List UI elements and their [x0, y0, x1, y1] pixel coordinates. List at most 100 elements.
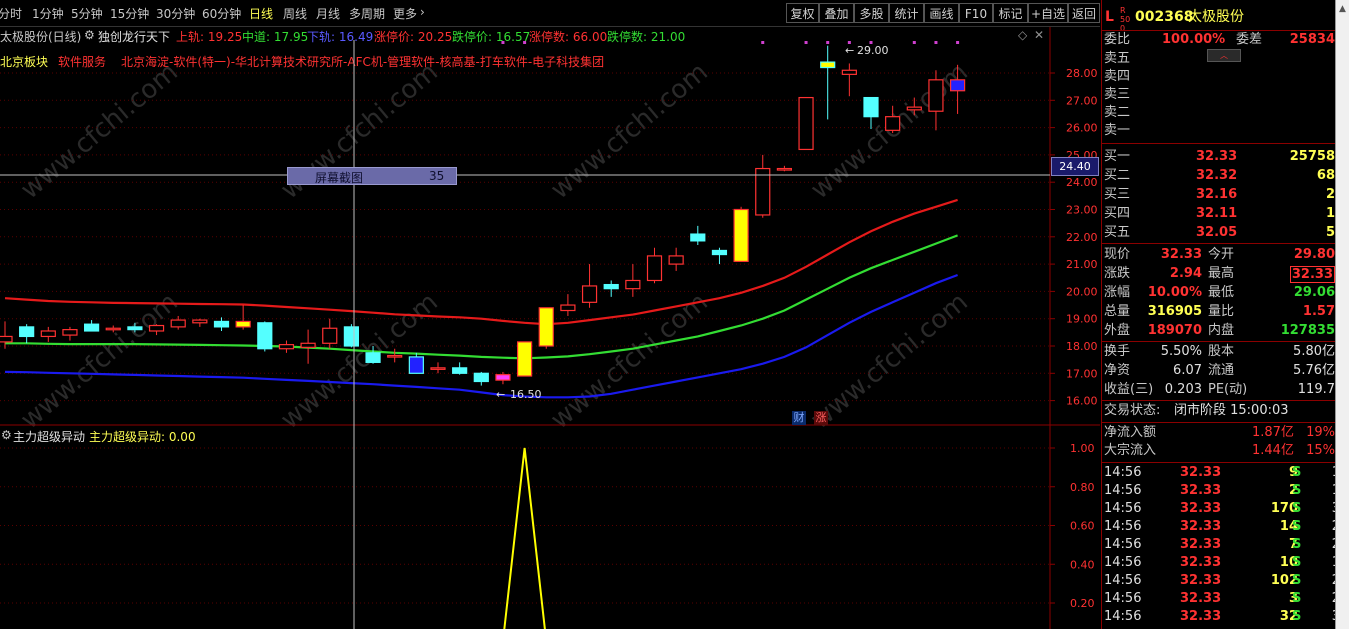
watermark-text: www.cfchi.com: [805, 57, 974, 205]
stat-label: 最低: [1208, 285, 1235, 300]
stat-row[interactable]: 换手 5.50% 股本 5.80亿: [1102, 343, 1336, 361]
candle-body: [62, 329, 78, 336]
stat-value: 316905: [1147, 304, 1202, 319]
candle-body: [885, 116, 901, 131]
candle-body: [581, 285, 598, 303]
tick-time: 14:56: [1104, 483, 1142, 498]
sub-y-tick-label: 0.40: [1070, 558, 1095, 571]
candle-body: [516, 341, 533, 377]
candle-body: [322, 327, 338, 344]
scroll-up-icon[interactable]: ▲: [1339, 4, 1346, 14]
sell1-label: 卖一: [1104, 123, 1131, 138]
stat-label: 涨幅: [1104, 285, 1131, 300]
signal-dot: [826, 41, 830, 44]
block-inflow-label: 大宗流入: [1104, 443, 1157, 458]
stat-value: 10.00%: [1147, 285, 1202, 300]
tick-row[interactable]: 14:5632.333S2: [1102, 590, 1340, 608]
sell5-label: 卖五: [1104, 51, 1131, 66]
tick-row[interactable]: 14:5632.3310S1: [1102, 554, 1340, 572]
signal-dot: [956, 41, 960, 44]
candle-body: [711, 249, 728, 256]
tick-price: 32.33: [1180, 501, 1222, 516]
candle-body: [83, 323, 100, 332]
tick-time: 14:56: [1104, 465, 1142, 480]
buy-level-volume: 1: [1325, 206, 1335, 221]
stat-label: 现价: [1104, 247, 1131, 262]
stat-value: 32.33: [1289, 266, 1335, 283]
signal-dot: [934, 41, 938, 44]
stat-row[interactable]: 现价 32.33 今开 29.80: [1102, 246, 1336, 264]
limit-up-badge[interactable]: 涨: [814, 411, 828, 425]
block-inflow-value: 1.44亿: [1252, 443, 1294, 458]
y-tick-label: 22.00: [1066, 231, 1098, 244]
candle-body: [690, 233, 706, 242]
tick-row[interactable]: 14:5632.332S1: [1102, 482, 1340, 500]
sell2-label: 卖二: [1104, 105, 1131, 120]
tick-time: 14:56: [1104, 537, 1142, 552]
y-tick-label: 24.00: [1066, 176, 1098, 189]
stat-row[interactable]: 收益(三) 0.203 PE(动) 119.7: [1102, 381, 1336, 399]
high-marker: ← 29.00: [845, 44, 889, 57]
tick-price: 32.33: [1180, 555, 1222, 570]
stat-row[interactable]: 涨跌 2.94 最高 32.33: [1102, 265, 1336, 283]
kline-chart[interactable]: www.cfchi.com www.cfchi.com www.cfchi.com w…: [0, 0, 1101, 629]
tick-row[interactable]: 14:5632.3314S2: [1102, 518, 1340, 536]
candle-body: [798, 96, 814, 151]
buy-level-row[interactable]: 买一 32.33 25758: [1102, 148, 1336, 166]
stat-value: 29.80: [1293, 247, 1335, 262]
stat-row[interactable]: 净资 6.07 流通 5.76亿: [1102, 362, 1336, 380]
tick-time: 14:56: [1104, 573, 1142, 588]
buy-level-label: 买四: [1104, 206, 1131, 221]
candle-body: [0, 335, 13, 343]
stat-value: 1.57: [1302, 304, 1335, 319]
tick-row[interactable]: 14:5632.3332S3: [1102, 608, 1340, 626]
signal-dot: [761, 41, 765, 44]
tick-side: S: [1292, 465, 1302, 480]
stat-row[interactable]: 总量 316905 量比 1.57: [1102, 303, 1336, 321]
finance-badge[interactable]: 财: [792, 411, 806, 425]
sub-indicator-value: 主力超级异动: 0.00: [89, 430, 196, 444]
vertical-scrollbar[interactable]: ▲: [1335, 0, 1349, 629]
sub-indicator-gear-icon[interactable]: ⚙: [1, 428, 12, 442]
candle-body: [430, 367, 446, 370]
tick-price: 32.33: [1180, 483, 1222, 498]
tick-price: 32.33: [1180, 609, 1222, 624]
high-marker-label: 29.00: [857, 44, 889, 57]
buy-level-price: 32.05: [1196, 225, 1238, 240]
candle-body: [235, 320, 251, 328]
low-marker-label: 16.50: [510, 388, 542, 401]
buy-level-label: 买二: [1104, 168, 1131, 183]
tick-time: 14:56: [1104, 609, 1142, 624]
stat-label: 内盘: [1208, 323, 1235, 338]
buy-level-label: 买一: [1104, 149, 1131, 164]
y-tick-label: 26.00: [1066, 122, 1098, 135]
tick-row[interactable]: 14:5632.339S1: [1102, 464, 1340, 482]
tick-row[interactable]: 14:5632.33102S2: [1102, 572, 1340, 590]
stat-label: 外盘: [1104, 323, 1131, 338]
candle-body: [148, 324, 165, 332]
stat-value: 6.07: [1173, 363, 1202, 378]
buy-level-row[interactable]: 买四 32.11 1: [1102, 205, 1336, 223]
buy-level-price: 32.16: [1196, 187, 1238, 202]
candle-body: [19, 326, 35, 338]
y-tick-label: 18.00: [1066, 340, 1098, 353]
stat-label: 总量: [1104, 304, 1131, 319]
tick-row[interactable]: 14:5632.33170S3: [1102, 500, 1340, 518]
buy-level-volume: 2: [1325, 187, 1335, 202]
trade-status-value: 闭市阶段 15:00:03: [1174, 403, 1289, 418]
buy-level-row[interactable]: 买三 32.16 2: [1102, 186, 1336, 204]
stat-row[interactable]: 外盘 189070 内盘 127835: [1102, 322, 1336, 340]
candle-body: [841, 69, 857, 75]
stat-row[interactable]: 涨幅 10.00% 最低 29.06: [1102, 284, 1336, 302]
buy-level-price: 32.32: [1196, 168, 1238, 183]
candle-body: [300, 342, 316, 348]
candle-body: [668, 255, 684, 265]
tick-row[interactable]: 14:5632.337S2: [1102, 536, 1340, 554]
buy-level-row[interactable]: 买二 32.32 68: [1102, 167, 1336, 185]
tick-price: 32.33: [1180, 591, 1222, 606]
sub-indicator-name[interactable]: 主力超级异动: [13, 428, 85, 445]
buy-level-row[interactable]: 买五 32.05 5: [1102, 224, 1336, 242]
quote-panel: L R 500 002368 太极股份 委比 100.00% 委差 25834 …: [1101, 0, 1340, 629]
stat-label: 涨跌: [1104, 266, 1131, 281]
candle-body: [192, 319, 208, 324]
